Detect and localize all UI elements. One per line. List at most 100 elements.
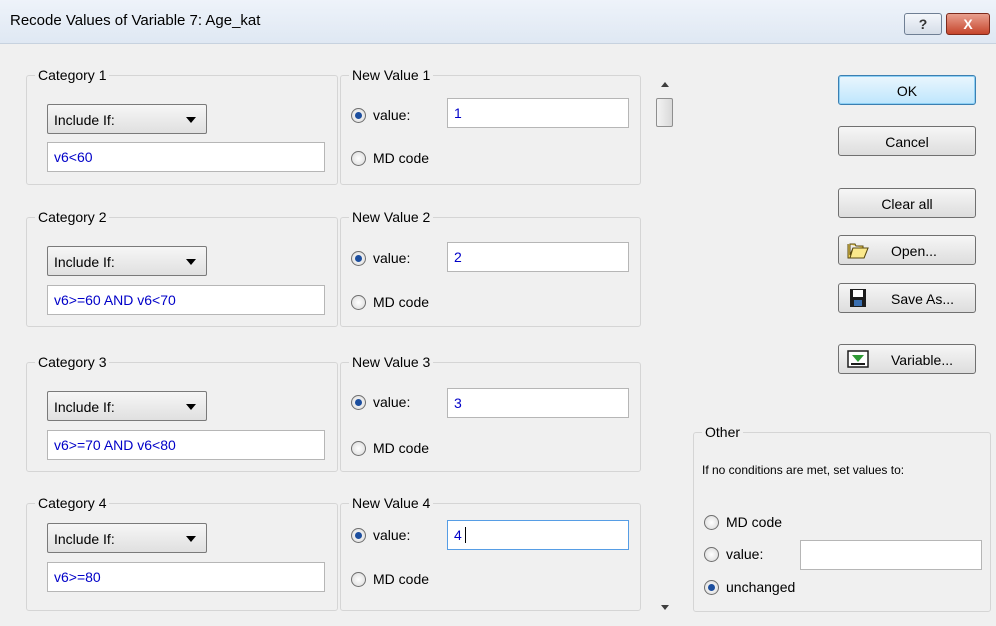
category-2-condition-input[interactable]: v6>=60 AND v6<70	[47, 285, 325, 315]
save-as-button[interactable]: Save As...	[838, 283, 976, 313]
category-4-legend: Category 4	[35, 495, 110, 511]
new-value-4-legend: New Value 4	[349, 495, 434, 511]
new-value-3-group: New Value 3 value: 3 MD code	[340, 354, 641, 472]
scroll-up-arrow-icon[interactable]	[661, 82, 669, 87]
radio-unselected-icon	[351, 572, 366, 587]
category-1-group: Category 1 Include If: v6<60	[26, 67, 338, 185]
dialog-title: Recode Values of Variable 7: Age_kat	[10, 12, 261, 29]
category-2-condition: v6>=60 AND v6<70	[54, 292, 176, 308]
new-value-3-value-radio[interactable]: value:	[351, 393, 431, 415]
new-value-3-value: 3	[454, 395, 462, 411]
cancel-button[interactable]: Cancel	[838, 126, 976, 156]
open-button-label: Open...	[891, 243, 937, 259]
scroll-down-arrow-icon[interactable]	[661, 605, 669, 610]
radio-unselected-icon	[704, 547, 719, 562]
category-4-condition-input[interactable]: v6>=80	[47, 562, 325, 592]
chevron-down-icon	[186, 536, 196, 542]
new-value-3-md-label: MD code	[373, 440, 430, 456]
new-value-2-input[interactable]: 2	[447, 242, 629, 272]
variable-arrow-icon	[847, 350, 869, 368]
new-value-2-value-radio[interactable]: value:	[351, 249, 431, 271]
new-value-3-legend: New Value 3	[349, 354, 434, 370]
category-1-select[interactable]: Include If:	[47, 104, 207, 134]
text-caret	[465, 527, 466, 543]
cancel-button-label: Cancel	[885, 134, 929, 150]
category-4-group: Category 4 Include If: v6>=80	[26, 495, 338, 611]
category-2-legend: Category 2	[35, 209, 110, 225]
radio-unselected-icon	[351, 151, 366, 166]
new-value-2-group: New Value 2 value: 2 MD code	[340, 209, 641, 327]
new-value-3-md-radio[interactable]: MD code	[351, 439, 461, 461]
help-icon: ?	[918, 16, 928, 32]
new-value-3-value-label: value:	[373, 394, 411, 410]
clear-all-button-label: Clear all	[881, 196, 933, 212]
category-3-condition-input[interactable]: v6>=70 AND v6<80	[47, 430, 325, 460]
radio-unselected-icon	[704, 515, 719, 530]
category-3-condition: v6>=70 AND v6<80	[54, 437, 176, 453]
new-value-2-md-label: MD code	[373, 294, 430, 310]
new-value-2-value-label: value:	[373, 250, 411, 266]
category-2-select[interactable]: Include If:	[47, 246, 207, 276]
other-md-code-label: MD code	[726, 514, 783, 530]
new-value-1-input[interactable]: 1	[447, 98, 629, 128]
open-button[interactable]: Open...	[838, 235, 976, 265]
new-value-2-md-radio[interactable]: MD code	[351, 293, 461, 315]
category-4-select-value: Include If:	[54, 531, 115, 547]
category-3-group: Category 3 Include If: v6>=70 AND v6<80	[26, 354, 338, 472]
chevron-down-icon	[186, 117, 196, 123]
vertical-scrollbar[interactable]	[652, 72, 680, 616]
new-value-1-value: 1	[454, 105, 462, 121]
ok-button[interactable]: OK	[838, 75, 976, 105]
new-value-4-md-radio[interactable]: MD code	[351, 570, 461, 592]
other-description: If no conditions are met, set values to:	[702, 463, 905, 477]
category-3-legend: Category 3	[35, 354, 110, 370]
help-button[interactable]: ?	[904, 13, 942, 35]
new-value-4-value-radio[interactable]: value:	[351, 526, 431, 548]
new-value-1-md-radio[interactable]: MD code	[351, 149, 461, 171]
chevron-down-icon	[186, 259, 196, 265]
category-1-condition-input[interactable]: v6<60	[47, 142, 325, 172]
new-value-1-value-radio[interactable]: value:	[351, 106, 431, 128]
variable-button-label: Variable...	[891, 352, 953, 368]
radio-selected-icon	[351, 395, 366, 410]
radio-unselected-icon	[351, 295, 366, 310]
close-icon: X	[963, 16, 973, 32]
scrollbar-thumb[interactable]	[656, 98, 673, 127]
new-value-2-value: 2	[454, 249, 462, 265]
radio-selected-icon	[704, 580, 719, 595]
category-1-legend: Category 1	[35, 67, 110, 83]
other-md-code-radio[interactable]: MD code	[704, 513, 824, 535]
folder-open-icon	[847, 243, 869, 259]
radio-unselected-icon	[351, 441, 366, 456]
other-group: Other If no conditions are met, set valu…	[693, 424, 991, 612]
other-value-input[interactable]	[800, 540, 982, 570]
category-1-select-value: Include If:	[54, 112, 115, 128]
category-3-select[interactable]: Include If:	[47, 391, 207, 421]
new-value-3-input[interactable]: 3	[447, 388, 629, 418]
category-4-condition: v6>=80	[54, 569, 101, 585]
ok-button-label: OK	[896, 83, 918, 99]
category-1-condition: v6<60	[54, 149, 93, 165]
other-unchanged-radio[interactable]: unchanged	[704, 578, 834, 600]
other-value-label: value:	[726, 546, 764, 562]
category-2-group: Category 2 Include If: v6>=60 AND v6<70	[26, 209, 338, 327]
other-unchanged-label: unchanged	[726, 579, 796, 595]
save-as-button-label: Save As...	[891, 291, 955, 307]
category-3-select-value: Include If:	[54, 399, 115, 415]
new-value-4-group: New Value 4 value: 4 MD code	[340, 495, 641, 611]
clear-all-button[interactable]: Clear all	[838, 188, 976, 218]
new-value-4-md-label: MD code	[373, 571, 430, 587]
new-value-1-md-label: MD code	[373, 150, 430, 166]
radio-selected-icon	[351, 528, 366, 543]
radio-selected-icon	[351, 251, 366, 266]
category-2-select-value: Include If:	[54, 254, 115, 270]
floppy-disk-icon	[850, 289, 866, 307]
variable-button[interactable]: Variable...	[838, 344, 976, 374]
new-value-4-value-label: value:	[373, 527, 411, 543]
other-value-radio[interactable]: value:	[704, 545, 794, 567]
new-value-4-input[interactable]: 4	[447, 520, 629, 550]
category-4-select[interactable]: Include If:	[47, 523, 207, 553]
chevron-down-icon	[186, 404, 196, 410]
other-legend: Other	[702, 424, 744, 440]
close-button[interactable]: X	[946, 13, 990, 35]
